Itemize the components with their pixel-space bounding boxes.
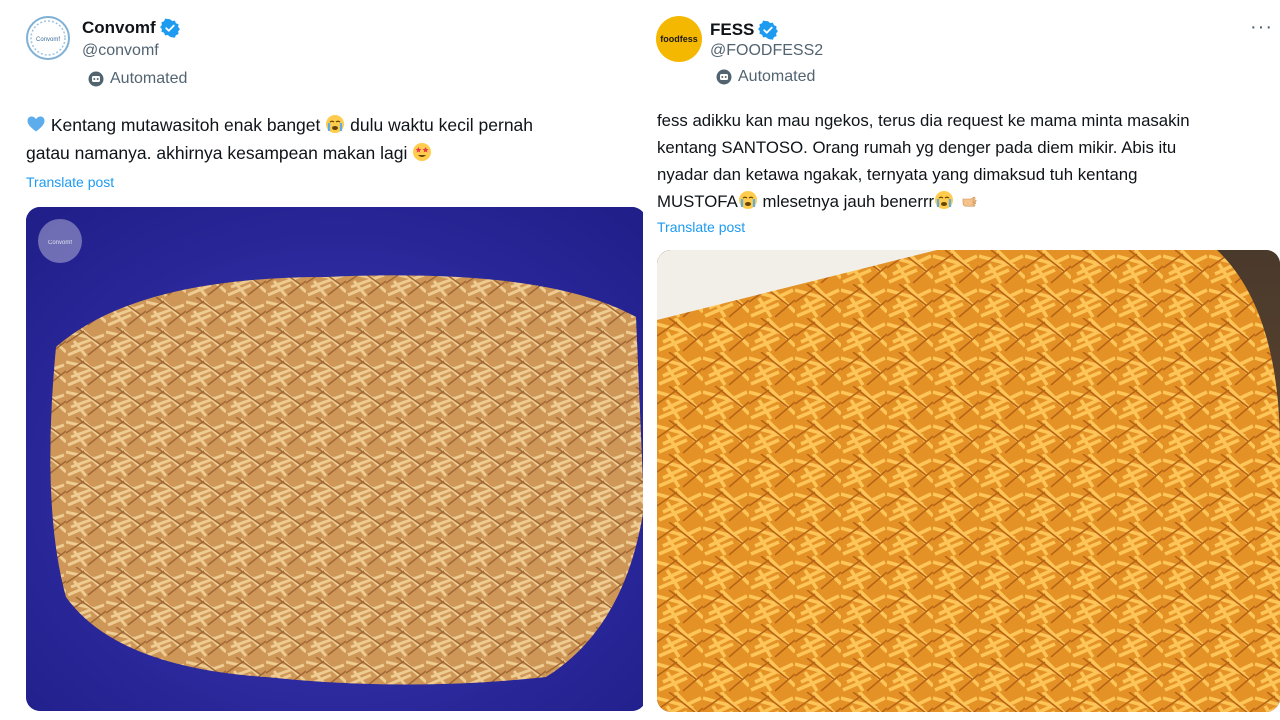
verified-badge-icon (159, 18, 180, 38)
post-text-line-2: kentang SANTOSO. Orang rumah yg denger p… (657, 138, 1177, 157)
right-post: foodfess FESS ··· @FOODFESS2 Automated f… (644, 0, 1280, 720)
automated-text: Automated (110, 70, 188, 87)
post-text-line-1: Kentang mutawasitoh enak banget dulu wak… (26, 112, 644, 139)
svg-text:Convomf: Convomf (36, 37, 60, 43)
translate-post-link[interactable]: Translate post (657, 219, 745, 235)
crispy-potato-sticks-image (657, 250, 1280, 712)
convomf-logo-icon: Convomf (30, 20, 66, 56)
hand-emoji (962, 196, 977, 207)
author-name[interactable]: FESS (710, 20, 754, 40)
more-icon[interactable]: ··· (1250, 16, 1273, 39)
convomf-avatar[interactable]: Convomf (26, 16, 70, 60)
author-handle[interactable]: @FOODFESS2 (710, 42, 823, 60)
verified-badge-icon (758, 20, 779, 40)
svg-text:Convomf: Convomf (48, 240, 72, 246)
crying-face-emoji (738, 191, 757, 209)
automated-label: Automated (716, 68, 815, 86)
left-post: Convomf Convomf @convomf Automated Kenta… (0, 0, 644, 720)
author-row: FESS (710, 20, 779, 40)
crying-face-emoji (326, 115, 345, 133)
automated-text: Automated (738, 68, 816, 85)
post-text-line-4: MUSTOFA mlesetnya jauh benerrr (657, 188, 979, 215)
post-media-image[interactable] (657, 250, 1280, 712)
fried-potato-sticks-image: Convomf (26, 207, 644, 711)
post-text-line-3: nyadar dan ketawa ngakak, ternyata yang … (657, 165, 1138, 184)
post-media-image[interactable]: Convomf (26, 207, 644, 711)
svg-text:foodfess: foodfess (660, 34, 698, 44)
author-handle[interactable]: @convomf (82, 42, 159, 60)
automated-label: Automated (88, 70, 187, 88)
blue-heart-emoji (27, 116, 45, 132)
post-text-line-1: fess adikku kan mau ngekos, terus dia re… (657, 111, 1190, 130)
crying-face-emoji (935, 191, 954, 209)
bot-icon (716, 69, 732, 85)
author-name[interactable]: Convomf (82, 18, 156, 38)
post-text-line-2: gatau namanya. akhirnya kesampean makan … (26, 140, 432, 167)
translate-post-link[interactable]: Translate post (26, 174, 114, 190)
foodfess-avatar[interactable]: foodfess (656, 16, 702, 62)
foodfess-logo-icon: foodfess (660, 34, 698, 44)
star-struck-emoji (413, 143, 432, 161)
author-row: Convomf (82, 18, 180, 38)
bot-icon (88, 71, 104, 87)
